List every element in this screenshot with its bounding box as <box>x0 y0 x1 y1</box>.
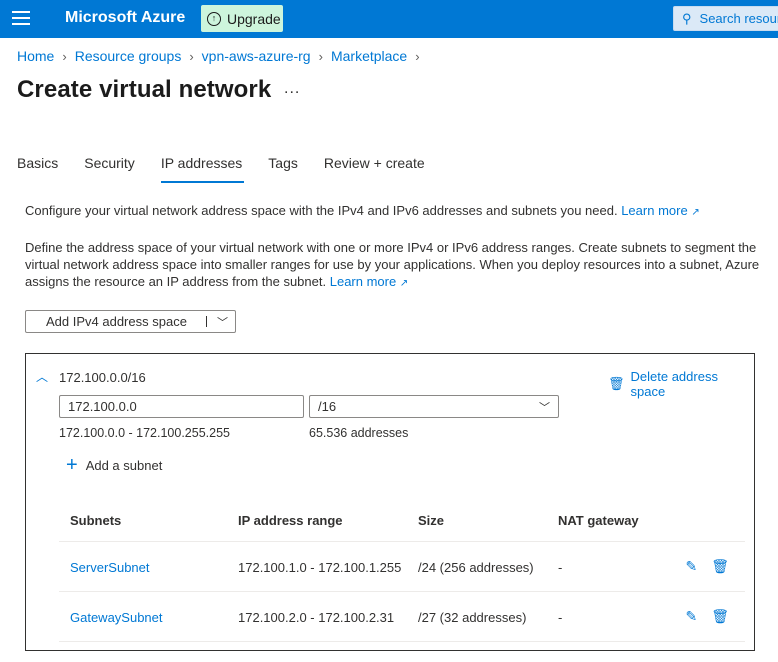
chevron-down-icon[interactable]: ﹀ <box>217 314 228 330</box>
subnet-nat-gateway: - <box>558 560 563 575</box>
row-actions: ✎ 🗑 <box>671 558 729 575</box>
intro-text: Configure your virtual network address s… <box>25 203 700 218</box>
split-divider <box>206 316 207 327</box>
trash-icon[interactable]: 🗑 <box>711 608 729 625</box>
add-subnet-label: Add a subnet <box>85 457 163 473</box>
row-actions: ✎ 🗑 <box>671 608 729 625</box>
column-header: Subnets <box>70 513 122 528</box>
search-input[interactable]: ⚲ Search resources <box>673 6 778 31</box>
pencil-icon[interactable]: ✎ <box>685 558 697 575</box>
external-link-icon: ↗ <box>691 207 700 218</box>
arrow-up-circle-icon: ↑ <box>207 11 221 26</box>
subnet-name-link[interactable]: GatewaySubnet <box>70 610 163 625</box>
breadcrumb-resource-group[interactable]: vpn-aws-azure-rg <box>202 48 311 64</box>
chevron-right-icon: › <box>415 48 420 64</box>
pencil-icon[interactable]: ✎ <box>685 608 697 625</box>
add-subnet-button[interactable]: + Add a subnet <box>66 455 162 475</box>
address-space-panel: ︿ 172.100.0.0/16 🗑 Delete address space … <box>25 353 755 651</box>
column-header: NAT gateway <box>558 513 639 528</box>
column-header: Size <box>418 513 445 528</box>
add-ipv4-address-space-label: Add IPv4 address space <box>46 314 187 329</box>
prefix-value: /16 <box>318 399 337 414</box>
tab-security[interactable]: Security <box>84 155 135 181</box>
search-placeholder: Search resources <box>699 11 778 26</box>
breadcrumb-resource-groups[interactable]: Resource groups <box>75 48 182 64</box>
search-icon: ⚲ <box>682 10 692 26</box>
subnet-nat-gateway: - <box>558 610 563 625</box>
upgrade-label: Upgrade <box>227 10 281 27</box>
table-header-row: Subnets IP address range Size NAT gatewa… <box>59 502 745 542</box>
table-row: GatewaySubnet 172.100.2.0 - 172.100.2.31… <box>59 592 745 642</box>
subnets-table: Subnets IP address range Size NAT gatewa… <box>59 502 745 642</box>
subnet-name-link[interactable]: ServerSubnet <box>70 560 150 575</box>
address-space-description: Define the address space of your virtual… <box>25 239 765 292</box>
prefix-select[interactable]: /16 ﹀ <box>309 395 559 418</box>
learn-more-link-2[interactable]: Learn more <box>330 274 396 289</box>
delete-address-space-button[interactable]: 🗑 Delete address space <box>608 369 754 399</box>
page-title: Create virtual network <box>17 76 272 103</box>
subnet-range: 172.100.2.0 - 172.100.2.31 <box>238 610 395 625</box>
chevron-right-icon: › <box>189 48 194 64</box>
add-ipv4-address-space-button[interactable]: Add IPv4 address space ﹀ <box>25 310 236 333</box>
intro-text-body: Configure your virtual network address s… <box>25 203 618 218</box>
address-range-text: 172.100.0.0 - 172.100.255.255 <box>59 426 230 440</box>
trash-icon: 🗑 <box>608 376 625 391</box>
tab-bar: Basics Security IP addresses Tags Review… <box>17 155 451 183</box>
breadcrumb-home[interactable]: Home <box>17 48 54 64</box>
external-link-icon: ↗ <box>399 278 409 289</box>
chevron-right-icon: › <box>318 48 323 64</box>
more-options-button[interactable]: ... <box>284 80 300 98</box>
subnet-size: /27 (32 addresses) <box>418 610 527 625</box>
tab-tags[interactable]: Tags <box>268 155 298 181</box>
chevron-right-icon: › <box>62 48 67 64</box>
table-row: ServerSubnet 172.100.1.0 - 172.100.1.255… <box>59 542 745 592</box>
breadcrumb-marketplace[interactable]: Marketplace <box>331 48 407 64</box>
upgrade-button[interactable]: ↑ Upgrade <box>201 5 283 32</box>
hamburger-icon[interactable] <box>12 11 30 27</box>
chevron-down-icon: ﹀ <box>539 401 550 414</box>
delete-address-space-label: Delete address space <box>630 369 718 399</box>
tab-review-create[interactable]: Review + create <box>324 155 425 181</box>
address-space-title: 172.100.0.0/16 <box>59 370 146 385</box>
tab-ip-addresses[interactable]: IP addresses <box>160 155 245 183</box>
chevron-up-icon[interactable]: ︿ <box>36 368 48 385</box>
address-input[interactable] <box>59 395 304 418</box>
top-bar: Microsoft Azure ↑ Upgrade ⚲ Search resou… <box>0 0 778 38</box>
learn-more-link[interactable]: Learn more <box>621 203 687 218</box>
breadcrumb: Home › Resource groups › vpn-aws-azure-r… <box>17 48 428 64</box>
trash-icon[interactable]: 🗑 <box>711 558 729 575</box>
column-header: IP address range <box>238 513 343 528</box>
subnet-size: /24 (256 addresses) <box>418 560 534 575</box>
address-count-text: 65.536 addresses <box>309 426 409 440</box>
subnet-range: 172.100.1.0 - 172.100.1.255 <box>238 560 402 575</box>
brand-title[interactable]: Microsoft Azure <box>65 9 185 27</box>
tab-basics[interactable]: Basics <box>17 155 58 181</box>
plus-icon: + <box>66 454 78 476</box>
